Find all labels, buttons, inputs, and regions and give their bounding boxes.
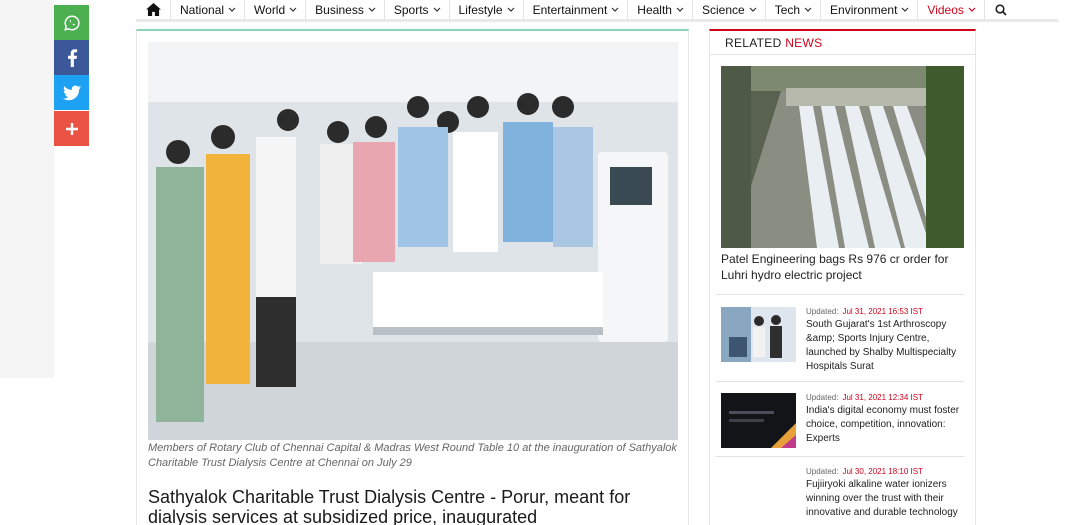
nav-item-science[interactable]: Science	[691, 0, 765, 20]
main-navigation: National World Business Sports Lifestyle…	[136, 0, 1058, 22]
whatsapp-share-button[interactable]	[54, 5, 89, 40]
nav-item-world[interactable]: World	[244, 0, 305, 20]
nav-item-health[interactable]: Health	[627, 0, 692, 20]
news-meta: Updated: Jul 31, 2021 12:34 IST	[806, 393, 923, 402]
featured-news-title[interactable]: Patel Engineering bags Rs 976 cr order f…	[721, 251, 966, 283]
article-photo	[148, 42, 678, 440]
news-title[interactable]: South Gujarat's 1st Arthroscopy &amp; Sp…	[806, 318, 964, 374]
nav-search-button[interactable]	[983, 0, 1018, 20]
search-icon	[995, 3, 1008, 16]
related-news-sidebar: RELATED NEWS Patel Engineering bags Rs 9…	[709, 29, 976, 525]
chevron-down-icon	[749, 7, 757, 13]
news-thumbnail	[721, 393, 796, 448]
updated-label: Updated:	[806, 307, 839, 316]
heading-prefix: RELATED	[725, 36, 782, 50]
related-news-item[interactable]: Updated: Jul 30, 2021 18:10 IST Fujiiryok…	[721, 467, 969, 525]
chevron-down-icon	[228, 7, 236, 13]
news-meta: Updated: Jul 31, 2021 16:53 IST	[806, 307, 923, 316]
news-meta: Updated: Jul 30, 2021 18:10 IST	[806, 467, 923, 476]
chevron-down-icon	[289, 7, 297, 13]
nav-label: Science	[701, 2, 745, 17]
related-news-item[interactable]: Updated: Jul 31, 2021 12:34 IST India's d…	[721, 393, 969, 463]
chevron-down-icon	[676, 7, 684, 13]
nav-label: Videos	[927, 2, 964, 17]
news-thumbnail	[721, 307, 796, 362]
nav-item-sports[interactable]: Sports	[383, 0, 449, 20]
nav-item-videos[interactable]: Videos	[917, 0, 983, 20]
nav-item-lifestyle[interactable]: Lifestyle	[448, 0, 523, 20]
article-card: Members of Rotary Club of Chennai Capita…	[136, 29, 689, 525]
nav-label: Sports	[393, 2, 429, 17]
chevron-down-icon	[368, 7, 376, 13]
news-date: Jul 30, 2021 18:10 IST	[842, 467, 923, 476]
nav-label: Environment	[830, 2, 898, 17]
facebook-icon	[67, 48, 77, 67]
nav-item-tech[interactable]: Tech	[764, 0, 820, 20]
chevron-down-icon	[901, 7, 909, 13]
nav-label: Business	[315, 2, 364, 17]
updated-label: Updated:	[806, 467, 839, 476]
featured-news-image[interactable]	[721, 66, 964, 248]
nav-label: Tech	[774, 2, 801, 17]
news-thumbnail	[721, 467, 796, 522]
nav-label: Entertainment	[532, 2, 608, 17]
divider	[716, 294, 964, 295]
chevron-down-icon	[804, 7, 812, 13]
nav-item-environment[interactable]: Environment	[820, 0, 917, 20]
news-date: Jul 31, 2021 12:34 IST	[842, 393, 923, 402]
nav-label: National	[180, 2, 225, 17]
nav-label: World	[254, 2, 286, 17]
twitter-icon	[62, 85, 81, 100]
chevron-down-icon	[968, 7, 976, 13]
share-bar-background	[0, 0, 54, 378]
home-icon	[145, 3, 161, 16]
related-news-item[interactable]: Updated: Jul 31, 2021 16:53 IST South Guj…	[721, 307, 969, 377]
related-news-heading: RELATED NEWS	[725, 36, 822, 50]
whatsapp-icon	[63, 14, 80, 31]
updated-label: Updated:	[806, 393, 839, 402]
chevron-down-icon	[507, 7, 515, 13]
more-share-button[interactable]	[54, 111, 89, 146]
nav-item-entertainment[interactable]: Entertainment	[522, 0, 628, 20]
nav-item-national[interactable]: National	[170, 0, 244, 20]
nav-label: Health	[637, 2, 672, 17]
nav-label: Lifestyle	[458, 2, 503, 17]
news-title[interactable]: Fujiiryoki alkaline water ionizers winni…	[806, 478, 964, 520]
divider	[716, 456, 964, 457]
facebook-share-button[interactable]	[54, 40, 89, 75]
photo-caption: Members of Rotary Club of Chennai Capita…	[148, 442, 677, 469]
heading-accent: NEWS	[785, 36, 823, 50]
divider	[716, 381, 964, 382]
news-title[interactable]: India's digital economy must foster choi…	[806, 404, 964, 446]
article-headline: Sathyalok Charitable Trust Dialysis Cent…	[148, 487, 631, 525]
divider	[710, 54, 975, 55]
chevron-down-icon	[433, 7, 441, 13]
plus-icon	[65, 122, 78, 135]
chevron-down-icon	[611, 7, 619, 13]
nav-home-button[interactable]	[136, 0, 170, 20]
news-date: Jul 31, 2021 16:53 IST	[842, 307, 923, 316]
twitter-share-button[interactable]	[54, 75, 89, 110]
nav-item-business[interactable]: Business	[305, 0, 384, 20]
